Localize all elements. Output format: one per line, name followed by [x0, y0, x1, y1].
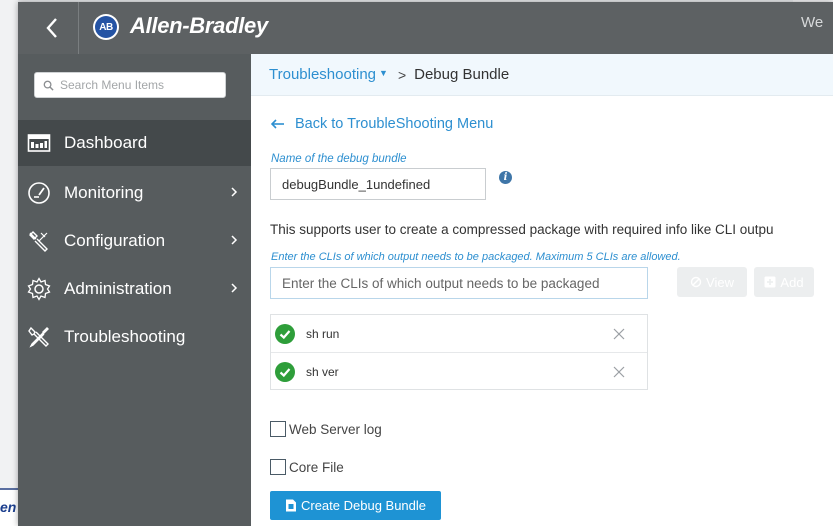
welcome-text: We	[801, 14, 824, 31]
back-button[interactable]	[34, 8, 70, 48]
logo-badge-text: AB	[95, 16, 117, 38]
close-icon[interactable]	[612, 365, 626, 379]
chevron-right-icon	[231, 235, 238, 245]
back-link-label: Back to TroubleShooting Menu	[295, 116, 494, 132]
check-circle-icon	[275, 362, 295, 382]
search-icon	[43, 80, 54, 91]
chevron-left-icon	[46, 18, 57, 38]
tools-icon	[26, 324, 52, 350]
background-window-fragment: en	[0, 488, 18, 526]
sidebar-item-monitoring[interactable]: Monitoring	[18, 170, 251, 216]
search-input[interactable]	[60, 78, 220, 92]
sidebar-item-label: Administration	[64, 279, 172, 298]
sidebar-item-administration[interactable]: Administration	[18, 266, 251, 312]
bundle-name-label: Name of the debug bundle	[271, 153, 407, 165]
create-button-label: Create Debug Bundle	[300, 498, 427, 513]
bundle-name-input[interactable]	[270, 168, 486, 200]
top-bar: AB Allen-Bradley We	[18, 2, 833, 54]
web-server-log-label: Web Server log	[289, 421, 382, 437]
wrench-icon	[26, 228, 52, 254]
back-to-troubleshooting-link[interactable]: Back to TroubleShooting Menu	[271, 116, 493, 132]
add-button-label: Add	[780, 274, 804, 290]
cli-hint-label: Enter the CLIs of which output needs to …	[271, 251, 681, 263]
web-server-log-option[interactable]: Web Server log	[270, 421, 382, 437]
core-file-label: Core File	[289, 459, 344, 475]
block-icon	[690, 276, 702, 288]
cli-input[interactable]	[270, 267, 648, 299]
main-content: Troubleshooting ▼ > Debug Bundle Back to…	[251, 54, 833, 526]
plus-square-icon	[764, 276, 776, 288]
chevron-right-icon	[231, 187, 238, 197]
sidebar-item-dashboard[interactable]: Dashboard	[18, 120, 251, 166]
description-text: This supports user to create a compresse…	[270, 222, 774, 237]
view-button-label: View	[706, 274, 734, 290]
dashboard-icon	[26, 130, 52, 156]
gauge-icon	[26, 180, 52, 206]
sidebar-item-configuration[interactable]: Configuration	[18, 218, 251, 264]
breadcrumb-separator: >	[397, 66, 407, 83]
sidebar-item-label: Monitoring	[64, 183, 144, 202]
chevron-right-icon	[231, 283, 238, 293]
background-fragment-text: en	[0, 499, 17, 515]
view-button[interactable]: View	[677, 267, 747, 297]
core-file-checkbox[interactable]	[270, 459, 286, 475]
sidebar: Dashboard Monitoring Configuration Admin…	[18, 54, 251, 526]
sidebar-item-label: Configuration	[64, 231, 166, 250]
file-icon	[285, 499, 296, 512]
cli-command-text: sh ver	[306, 365, 339, 379]
search-box[interactable]	[34, 72, 226, 98]
close-icon[interactable]	[612, 327, 626, 341]
list-item: sh run	[271, 315, 647, 353]
check-circle-icon	[275, 323, 295, 344]
cli-list: sh run sh ver	[270, 314, 648, 390]
info-icon[interactable]: i	[499, 171, 512, 184]
gear-icon	[26, 276, 52, 302]
arrow-left-icon	[271, 119, 284, 129]
app-window: AB Allen-Bradley We Dashboard Monitoring	[18, 2, 833, 526]
breadcrumb-current: Debug Bundle	[414, 66, 510, 83]
topbar-divider	[78, 2, 79, 54]
list-item: sh ver	[271, 353, 647, 391]
brand-name: Allen-Bradley	[130, 13, 268, 38]
caret-down-icon[interactable]: ▼	[379, 68, 388, 78]
breadcrumb-troubleshooting[interactable]: Troubleshooting	[269, 66, 376, 83]
create-debug-bundle-button[interactable]: Create Debug Bundle	[270, 491, 441, 520]
core-file-option[interactable]: Core File	[270, 459, 344, 475]
ab-logo-icon: AB	[93, 14, 119, 40]
background-strip	[0, 0, 18, 526]
add-button[interactable]: Add	[754, 267, 814, 297]
sidebar-item-label: Troubleshooting	[64, 327, 186, 346]
sidebar-item-troubleshooting[interactable]: Troubleshooting	[18, 314, 251, 360]
breadcrumb: Troubleshooting ▼ > Debug Bundle	[251, 54, 833, 96]
sidebar-item-label: Dashboard	[64, 133, 148, 152]
web-server-log-checkbox[interactable]	[270, 421, 286, 437]
cli-command-text: sh run	[306, 326, 340, 341]
